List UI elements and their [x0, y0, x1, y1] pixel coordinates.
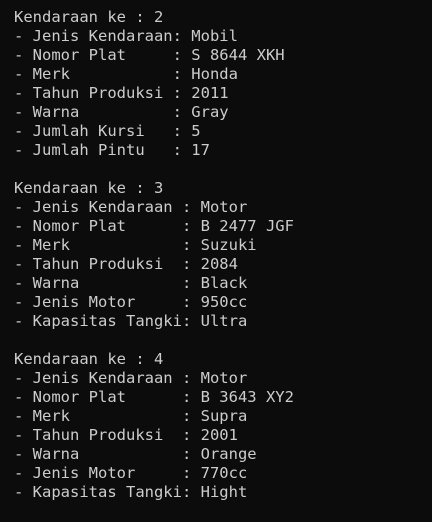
vehicle-2-seats-line: - Jumlah Kursi : 5: [14, 122, 201, 140]
terminal-output[interactable]: Kendaraan ke : 2 - Jenis Kendaraan: Mobi…: [0, 0, 432, 522]
vehicle-3-plate-line: - Nomor Plat : B 2477 JGF: [14, 217, 294, 235]
vehicle-2-plate-line: - Nomor Plat : S 8644 XKH: [14, 46, 285, 64]
vehicle-3-header: Kendaraan ke : 3: [14, 179, 164, 197]
vehicle-2-type-line: - Jenis Kendaraan: Mobil: [14, 27, 238, 45]
vehicle-3-motor-line: - Jenis Motor : 950cc: [14, 293, 248, 311]
vehicle-3-brand-line: - Merk : Suzuki: [14, 236, 257, 254]
vehicle-4-header: Kendaraan ke : 4: [14, 350, 164, 368]
vehicle-4-plate-line: - Nomor Plat : B 3643 XY2: [14, 388, 294, 406]
vehicle-3-color-line: - Warna : Black: [14, 274, 248, 292]
vehicle-2-year-line: - Tahun Produksi : 2011: [14, 84, 229, 102]
vehicle-4-tank-line: - Kapasitas Tangki: Hight: [14, 483, 248, 501]
vehicle-3-year-line: - Tahun Produksi : 2084: [14, 255, 238, 273]
vehicle-4-color-line: - Warna : Orange: [14, 445, 257, 463]
vehicle-3-type-line: - Jenis Kendaraan : Motor: [14, 198, 248, 216]
vehicle-2-header: Kendaraan ke : 2: [14, 8, 164, 26]
vehicle-4-year-line: - Tahun Produksi : 2001: [14, 426, 238, 444]
vehicle-2-brand-line: - Merk : Honda: [14, 65, 238, 83]
vehicle-4-type-line: - Jenis Kendaraan : Motor: [14, 369, 248, 387]
vehicle-3-tank-line: - Kapasitas Tangki: Ultra: [14, 312, 248, 330]
vehicle-2-color-line: - Warna : Gray: [14, 103, 229, 121]
vehicle-4-brand-line: - Merk : Supra: [14, 407, 248, 425]
vehicle-4-motor-line: - Jenis Motor : 770cc: [14, 464, 248, 482]
vehicle-2-doors-line: - Jumlah Pintu : 17: [14, 141, 210, 159]
